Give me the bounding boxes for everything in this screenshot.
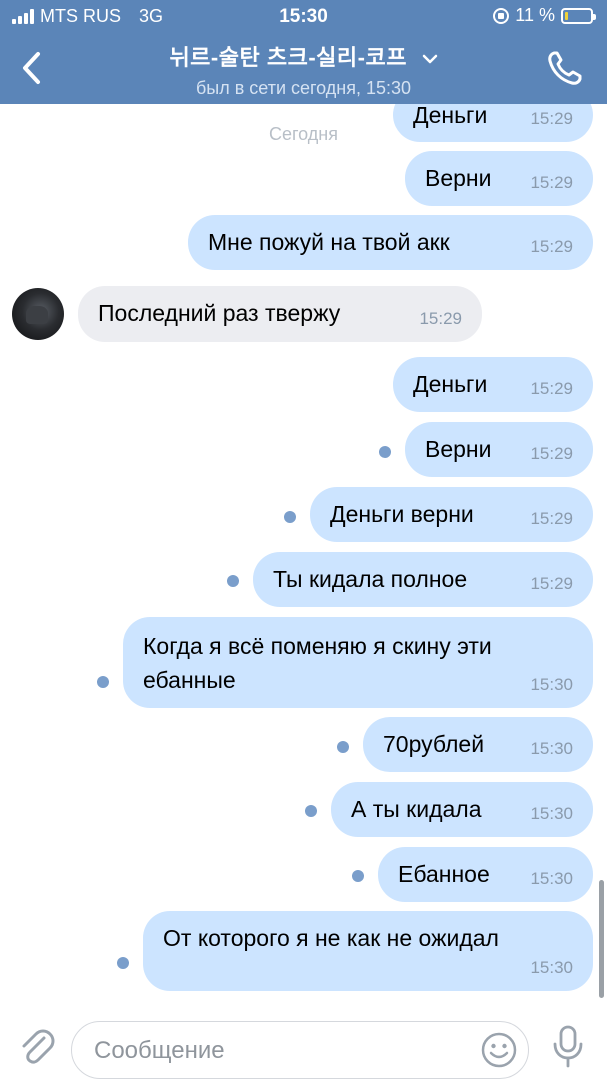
message-time: 15:30 — [530, 804, 573, 823]
lock-rotation-icon — [493, 7, 510, 24]
message-bubble[interactable]: От которого я не как не ожидал 15:30 — [143, 911, 593, 991]
battery-icon — [561, 7, 596, 24]
message-bubble[interactable]: Верни 15:29 — [405, 422, 593, 477]
phone-icon[interactable] — [545, 48, 585, 88]
unread-indicator — [227, 575, 239, 587]
unread-indicator — [379, 446, 391, 458]
message-time: 15:29 — [530, 173, 573, 192]
chat-header: MTS RUS 3G 15:30 11 % 뉘르-술탄 츠크-실리-코프 был… — [0, 0, 607, 104]
smile-icon[interactable] — [480, 1031, 518, 1069]
unread-indicator — [305, 805, 317, 817]
message-time: 15:29 — [530, 237, 573, 256]
message-time: 15:29 — [419, 309, 462, 328]
message-input-container[interactable] — [71, 1021, 529, 1079]
message-bubble[interactable]: 70рублей 15:30 — [363, 717, 593, 772]
status-bar: MTS RUS 3G 15:30 11 % — [0, 0, 607, 32]
message-text: Ебанное — [398, 861, 490, 887]
message-time: 15:30 — [530, 869, 573, 888]
message-text: Деньги верни — [330, 501, 474, 527]
unread-indicator — [284, 511, 296, 523]
unread-indicator — [97, 676, 109, 688]
message-time: 15:30 — [530, 958, 573, 977]
message-bubble[interactable]: Деньги верни 15:29 — [310, 487, 593, 542]
message-text: Мне пожуй на твой акк — [208, 229, 450, 255]
message-text: Последний раз твержу — [98, 300, 341, 326]
message-bubble[interactable]: Верни 15:29 — [405, 151, 593, 206]
chat-title-area[interactable]: 뉘르-술탄 츠크-실리-코프 был в сети сегодня, 15:30 — [100, 40, 507, 99]
message-text: 70рублей — [383, 731, 485, 757]
contact-avatar[interactable] — [12, 288, 64, 340]
message-text: Когда я всё поменяю я скину эти ебанные — [143, 633, 492, 693]
message-text: Верни — [425, 165, 492, 191]
message-input[interactable] — [92, 1032, 476, 1070]
scrollbar[interactable] — [599, 880, 604, 998]
last-seen-status: был в сети сегодня, 15:30 — [195, 78, 412, 98]
back-arrow-icon[interactable] — [18, 48, 48, 88]
message-bubble[interactable]: Деньги 15:29 — [393, 357, 593, 412]
chat-area[interactable]: Сегодня Деньги 15:29 Верни 15:29 Мне пож… — [0, 0, 607, 1010]
contact-name: 뉘르-술탄 츠크-실리-코프 — [169, 45, 407, 70]
message-time: 15:30 — [530, 675, 573, 694]
message-time: 15:29 — [530, 109, 573, 128]
message-time: 15:30 — [530, 739, 573, 758]
unread-indicator — [352, 870, 364, 882]
message-text: Деньги — [413, 371, 488, 397]
message-bubble[interactable]: Ты кидала полное 15:29 — [253, 552, 593, 607]
unread-indicator — [117, 957, 129, 969]
battery-percent: 11 % — [515, 5, 555, 25]
message-time: 15:29 — [530, 379, 573, 398]
message-composer — [0, 1010, 607, 1080]
message-text: Ты кидала полное — [273, 566, 468, 592]
message-time: 15:29 — [530, 444, 573, 463]
message-bubble[interactable]: Последний раз твержу 15:29 — [78, 286, 482, 342]
message-text: От которого я не как не ожидал — [163, 925, 499, 951]
message-text: Верни — [425, 436, 492, 462]
message-time: 15:29 — [530, 509, 573, 528]
message-text: Деньги — [413, 102, 488, 128]
message-text: А ты кидала — [351, 796, 482, 822]
message-bubble[interactable]: Мне пожуй на твой акк 15:29 — [188, 215, 593, 270]
chevron-down-icon — [422, 54, 437, 64]
message-bubble[interactable]: А ты кидала 15:30 — [331, 782, 593, 837]
unread-indicator — [337, 741, 349, 753]
message-bubble[interactable]: Ебанное 15:30 — [378, 847, 593, 902]
paperclip-icon[interactable] — [16, 1024, 56, 1068]
message-bubble[interactable]: Когда я всё поменяю я скину эти ебанные … — [123, 617, 593, 708]
message-time: 15:29 — [530, 574, 573, 593]
microphone-icon[interactable] — [550, 1024, 586, 1070]
